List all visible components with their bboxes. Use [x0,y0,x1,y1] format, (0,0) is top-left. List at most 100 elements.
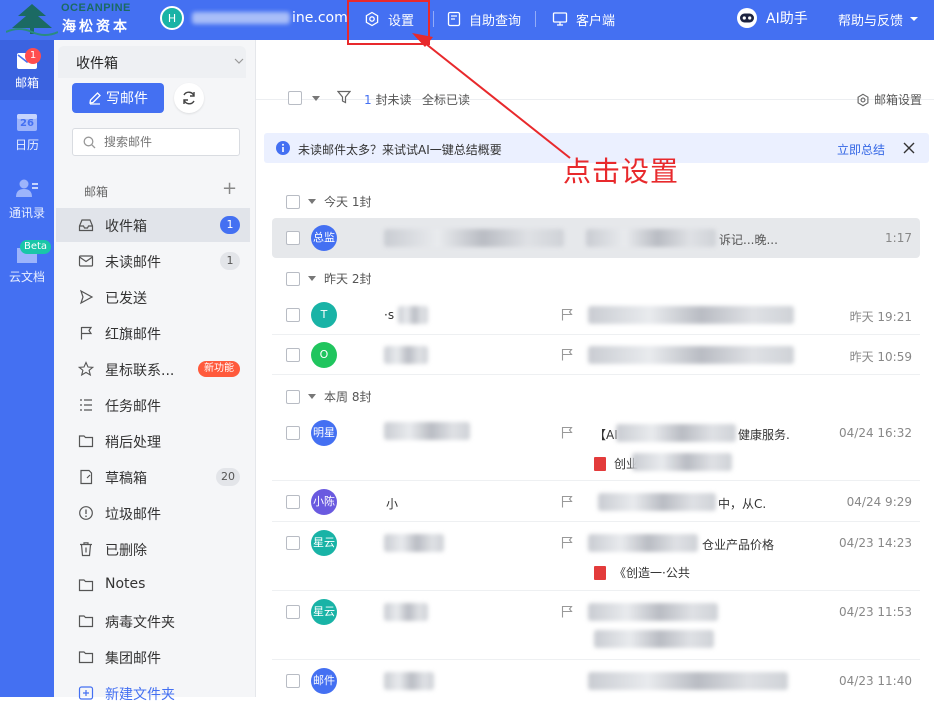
nav-divider [433,11,434,27]
self-service-link[interactable]: 自助查询 [447,8,521,30]
account-email-tail: ine.com [292,10,348,26]
row-checkbox[interactable] [286,674,300,688]
flag-icon[interactable] [561,536,573,549]
flag-icon[interactable] [561,308,573,321]
mailbox-settings-button[interactable]: 邮箱设置 [856,91,922,108]
mail-search[interactable] [72,128,240,156]
folder-tasks[interactable]: 任务邮件 [56,388,250,422]
pine-tree-icon [6,4,58,36]
new-folder-button[interactable]: 新建文件夹 [56,676,250,710]
collapse-triangle-icon[interactable] [308,199,316,204]
folder-flagged[interactable]: 红旗邮件 [56,316,250,350]
redacted-sender [384,346,428,364]
rail-item-calendar[interactable]: 26 日历 [0,112,54,160]
sender-name: 小 [386,497,399,511]
mail-row[interactable]: 小陈 小 中，从C. 04/24 9:29 [272,482,920,522]
attachment-chip[interactable]: 《创造一·公共 [594,564,690,581]
folder-label: 垃圾邮件 [105,507,161,523]
rail-item-mail[interactable]: 1 邮箱 [0,40,54,100]
account-switcher[interactable]: H ine.com [160,6,348,30]
self-service-label: 自助查询 [469,13,522,29]
row-checkbox[interactable] [286,308,300,322]
group-header-yesterday[interactable]: 昨天 2封 [286,270,371,287]
mail-row[interactable]: 星云 仓业产品价格 《创造一·公共 04/23 14:23 [272,523,920,591]
folder-deleted[interactable]: 已删除 [56,532,250,566]
add-mailbox-icon[interactable]: + [222,180,237,198]
rail-item-contacts[interactable]: 通讯录 [0,178,54,226]
folder-notes[interactable]: Notes [56,568,250,602]
filter-icon[interactable] [337,90,351,104]
row-checkbox[interactable] [286,348,300,362]
select-all-checkbox[interactable] [288,91,302,105]
attachment-name: 《创造一·公共 [614,566,690,580]
task-list-icon [80,399,92,411]
tab-inbox-label: 收件箱 [76,56,118,72]
group-header-today[interactable]: 今天 1封 [286,193,371,210]
mailbox-section-title: 邮箱 [84,185,109,199]
unread-summary[interactable]: 1 封未读 [364,91,411,108]
client-label: 客户端 [576,13,616,29]
close-icon[interactable] [903,142,915,154]
unread-count-text: 封未读 [375,93,412,107]
pdf-icon [594,456,606,471]
client-link[interactable]: 客户端 [552,8,615,30]
folder-label: 未读邮件 [105,255,161,271]
mail-row[interactable]: 总监 诉记...晚... 1:17 [272,218,920,258]
folder-inbox[interactable]: 收件箱 1 [56,208,250,242]
folder-count: 1 [220,216,240,234]
summarize-now-link[interactable]: 立即总结 [837,141,885,158]
company-logo[interactable]: OCEANPINE 海松资本 [6,2,146,36]
refresh-icon [183,91,195,105]
mail-row[interactable]: 明星 【AI 健康服务. 创业 04/24 16:32 [272,413,920,481]
received-time: 04/24 9:29 [846,495,912,509]
subject-text: 诉记...晚... [719,233,778,247]
beta-badge: Beta [20,240,52,254]
group-header-this-week[interactable]: 本周 8封 [286,388,371,405]
row-checkbox[interactable] [286,605,300,619]
folder-unread[interactable]: 未读邮件 1 [56,244,250,278]
collapse-triangle-icon[interactable] [308,394,316,399]
flag-icon[interactable] [561,495,573,508]
group-checkbox[interactable] [286,389,300,404]
flag-icon[interactable] [561,605,573,618]
tab-inbox[interactable]: 收件箱 [58,46,246,78]
row-checkbox[interactable] [286,495,300,509]
refresh-button[interactable] [174,83,204,113]
group-checkbox[interactable] [286,194,300,209]
mail-row[interactable]: T ·s 昨天 19:21 [272,295,920,335]
search-input[interactable] [104,135,234,149]
folder-count: 20 [216,468,240,486]
chevron-down-icon[interactable] [312,96,320,101]
email-redaction [192,12,290,24]
chevron-down-icon[interactable] [234,58,244,64]
redacted-sender [384,672,434,690]
folder-drafts[interactable]: 草稿箱 20 [56,460,250,494]
help-feedback-menu[interactable]: 帮助与反馈 [838,8,919,30]
mail-row[interactable]: 邮件 04/23 11:40 [272,661,920,701]
row-checkbox[interactable] [286,536,300,550]
compose-label: 写邮件 [106,91,148,107]
sender-avatar: T [311,302,337,328]
folder-spam[interactable]: 垃圾邮件 [56,496,250,530]
collapse-triangle-icon[interactable] [308,276,316,281]
row-checkbox[interactable] [286,231,300,245]
mail-row[interactable]: 星云 04/23 11:53 [272,592,920,660]
folder-group-mail[interactable]: 集团邮件 [56,640,250,674]
ai-assistant-button[interactable]: AI助手 [736,7,808,29]
folder-later[interactable]: 稍后处理 [56,424,250,458]
mark-all-read-button[interactable]: 全标已读 [422,91,470,108]
account-email: ine.com [192,10,348,26]
mail-row[interactable]: O 昨天 10:59 [272,335,920,375]
folder-icon [78,651,94,664]
redacted-sender [384,229,564,247]
rail-item-cloud-docs[interactable]: Beta 云文档 [0,240,54,290]
flag-icon[interactable] [561,348,573,361]
flag-icon[interactable] [561,426,573,439]
row-checkbox[interactable] [286,426,300,440]
folder-virus[interactable]: 病毒文件夹 [56,604,250,638]
folder-sent[interactable]: 已发送 [56,280,250,314]
spam-icon [79,506,93,520]
group-checkbox[interactable] [286,271,300,286]
folder-starred-contacts[interactable]: 星标联系... 新功能 [56,352,250,386]
compose-button[interactable]: 写邮件 [72,83,164,113]
